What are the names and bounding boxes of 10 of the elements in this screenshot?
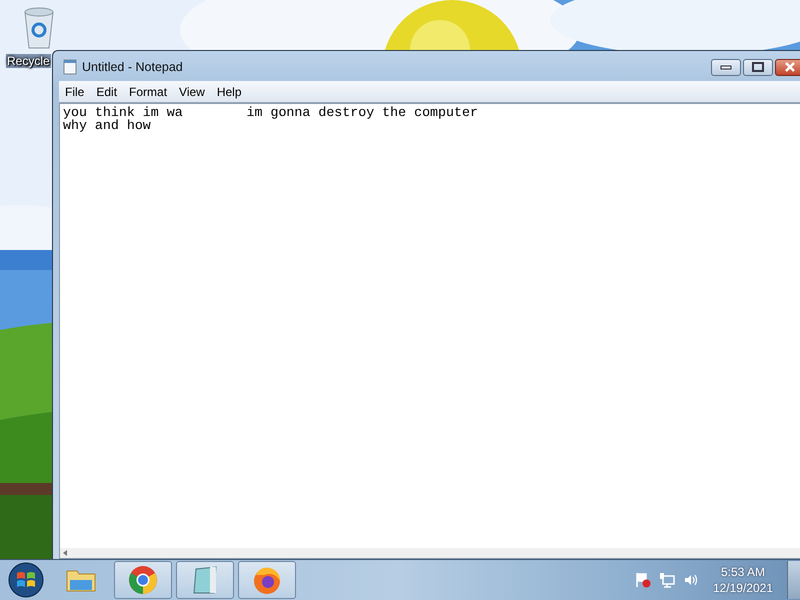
menu-item[interactable]: Edit [90,82,124,100]
window-title: Untitled - Notepad [82,60,183,74]
text-editor[interactable]: you think im wa im gonna destroy the computer why and how [59,103,800,559]
menu-item[interactable]: Format [123,82,174,100]
clock-time: 5:53 AM [720,564,765,580]
menu-item[interactable]: Help [210,82,248,100]
menu-item[interactable]: View [173,82,211,100]
document-text: you think im wa im gonna destroy the computer why and how [62,104,479,134]
menu-item[interactable]: File [59,82,90,100]
clock-date: 12/19/2021 [712,580,773,596]
